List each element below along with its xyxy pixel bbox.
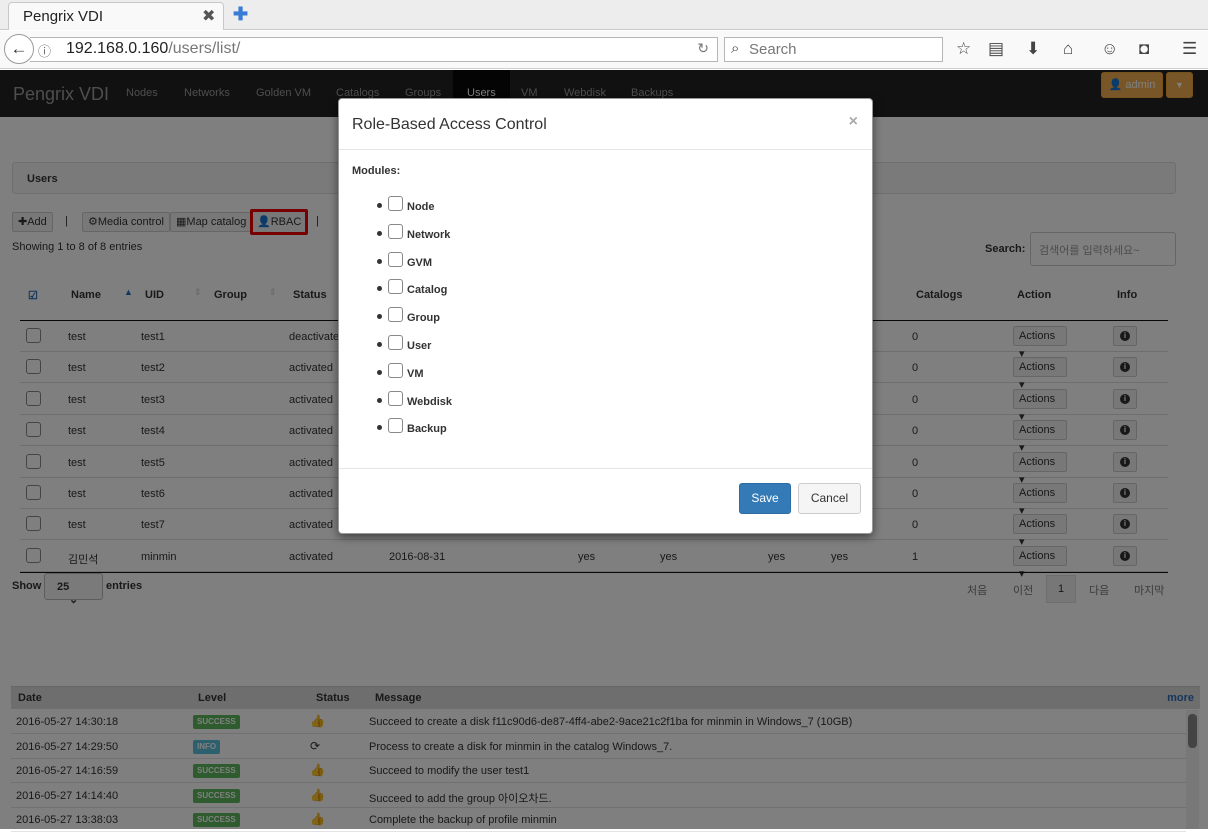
url-path: /users/list/	[168, 40, 241, 57]
bullet-icon	[377, 369, 382, 375]
bullet-icon	[377, 286, 382, 292]
modules-label: Modules:	[352, 165, 401, 177]
save-button[interactable]: Save	[739, 483, 791, 514]
modal-footer-divider	[339, 468, 872, 469]
module-label: Network	[407, 228, 451, 241]
module-label: Backup	[407, 423, 447, 436]
module-checkbox[interactable]	[388, 418, 403, 434]
bullet-icon	[377, 425, 382, 431]
site-info-icon[interactable]: ⓘ	[38, 41, 51, 60]
module-checkbox[interactable]	[388, 279, 403, 295]
downloads-icon[interactable]: ⬇	[1026, 39, 1040, 59]
back-icon[interactable]: ←	[4, 34, 34, 64]
browser-tab[interactable]: Pengrix VDI ✖	[8, 2, 224, 30]
rbac-modal: Role-Based Access Control × Modules: Nod…	[338, 98, 873, 534]
browser-toolbar: ⓘ 192.168.0.160/users/list/ ↻ ← ⌕ Search…	[0, 31, 1208, 69]
module-checkbox[interactable]	[388, 196, 403, 211]
module-checkbox[interactable]	[388, 307, 403, 323]
browser-search-placeholder: Search	[749, 41, 797, 58]
url-host: 192.168.0.160	[66, 40, 169, 57]
module-label: Group	[407, 312, 440, 325]
bookmark-star-icon[interactable]: ☆	[956, 39, 971, 59]
module-label: Node	[407, 201, 435, 213]
module-label: Catalog	[407, 284, 448, 297]
bullet-icon	[377, 258, 382, 264]
smiley-icon[interactable]: ☺	[1101, 39, 1118, 59]
bullet-icon	[377, 397, 382, 403]
module-checkbox[interactable]	[388, 335, 403, 350]
module-checkbox[interactable]	[388, 251, 403, 267]
browser-tab-title: Pengrix VDI	[23, 8, 104, 25]
modal-title: Role-Based Access Control	[352, 116, 547, 133]
search-icon: ⌕	[731, 40, 740, 57]
modal-header-divider	[339, 149, 872, 150]
menu-icon[interactable]: ☰	[1182, 39, 1197, 59]
module-label: VM	[407, 367, 424, 380]
module-label: User	[407, 340, 432, 352]
module-label: Webdisk	[407, 395, 453, 408]
close-tab-icon[interactable]: ✖	[202, 6, 215, 26]
close-icon[interactable]: ×	[849, 113, 858, 131]
bullet-icon	[377, 203, 382, 208]
browser-tab-strip: Pengrix VDI ✖ ✚	[0, 0, 1208, 30]
bullet-icon	[377, 230, 382, 236]
module-checkbox[interactable]	[388, 223, 403, 239]
url-text: 192.168.0.160/users/list/	[66, 40, 240, 58]
module-checkbox[interactable]	[388, 362, 403, 378]
reading-list-icon[interactable]: ▤	[988, 39, 1004, 59]
pocket-icon[interactable]: ◘	[1139, 39, 1149, 59]
home-icon[interactable]: ⌂	[1063, 39, 1073, 59]
bullet-icon	[377, 342, 382, 347]
bullet-icon	[377, 314, 382, 320]
url-bar[interactable]: ⓘ 192.168.0.160/users/list/ ↻	[30, 37, 718, 62]
browser-search-input[interactable]: ⌕ Search	[724, 37, 943, 62]
new-tab-icon[interactable]: ✚	[233, 4, 248, 25]
module-checkbox[interactable]	[388, 390, 403, 406]
reload-icon[interactable]: ↻	[697, 40, 709, 57]
module-label: GVM	[407, 256, 433, 269]
cancel-button[interactable]: Cancel	[798, 483, 861, 514]
